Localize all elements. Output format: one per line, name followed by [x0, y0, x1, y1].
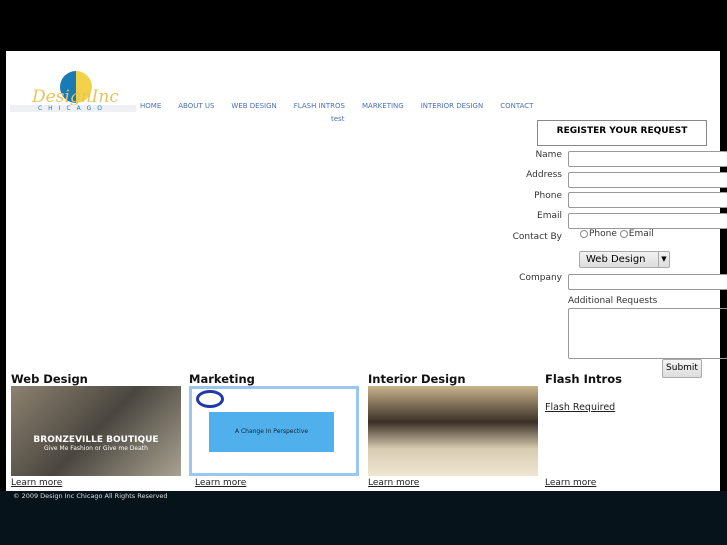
web-design-learn-more[interactable]: Learn more: [11, 478, 62, 488]
image-subcaption: Give Me Fashion or Give me Death: [44, 445, 148, 452]
phone-label: Phone: [534, 191, 562, 201]
contact-by-label: Contact By: [512, 232, 562, 242]
nav-about-us[interactable]: ABOUT US: [178, 102, 214, 110]
service-select[interactable]: Web Design ▼: [579, 251, 670, 268]
logo[interactable]: DesignInc CHICAGO: [10, 69, 136, 115]
section-title-flash-intros: Flash Intros: [545, 372, 622, 386]
contact-by-options: Phone Email: [580, 229, 654, 239]
image-caption: A Change In Perspective: [209, 412, 334, 452]
marketing-image[interactable]: A Change In Perspective: [189, 386, 359, 476]
nav-contact[interactable]: CONTACT: [500, 102, 533, 110]
additional-requests-label: Additional Requests: [568, 296, 658, 306]
interior-design-learn-more[interactable]: Learn more: [368, 478, 419, 488]
radio-phone[interactable]: [580, 229, 588, 238]
email-label: Email: [537, 211, 562, 221]
address-input[interactable]: [568, 172, 727, 188]
image-caption: BRONZEVILLE BOUTIQUE: [33, 435, 159, 445]
name-label: Name: [535, 150, 562, 160]
flash-intros-learn-more[interactable]: Learn more: [545, 478, 596, 488]
nav-interior-design[interactable]: INTERIOR DESIGN: [421, 102, 484, 110]
nav-flash-intros[interactable]: FLASH INTROS: [294, 102, 345, 110]
main-nav: HOME ABOUT US WEB DESIGN FLASH INTROS MA…: [140, 102, 533, 110]
flash-required-link[interactable]: Flash Required: [545, 402, 615, 413]
nav-home[interactable]: HOME: [140, 102, 161, 110]
radio-phone-label: Phone: [589, 229, 617, 239]
radio-email-label: Email: [628, 229, 654, 239]
section-title-marketing: Marketing: [189, 372, 255, 386]
radio-email[interactable]: [619, 229, 628, 238]
logo-text: DesignInc: [32, 87, 119, 107]
nav-web-design[interactable]: WEB DESIGN: [231, 102, 276, 110]
section-title-interior-design: Interior Design: [368, 372, 466, 386]
chevron-down-icon: ▼: [658, 252, 669, 267]
address-label: Address: [526, 170, 562, 180]
submit-button[interactable]: Submit: [662, 359, 702, 378]
additional-requests-textarea[interactable]: [568, 308, 727, 359]
logo-subtext: CHICAGO: [10, 105, 136, 112]
name-input[interactable]: [568, 151, 727, 167]
page-container: DesignInc CHICAGO HOME ABOUT US WEB DESI…: [6, 51, 727, 491]
section-title-web-design: Web Design: [11, 372, 88, 386]
email-input[interactable]: [568, 213, 727, 229]
marketing-logo-icon: [196, 390, 224, 408]
form-title: REGISTER YOUR REQUEST: [537, 120, 707, 146]
interior-design-image[interactable]: [368, 386, 538, 476]
nav-sub-test[interactable]: test: [331, 115, 344, 123]
nav-marketing[interactable]: MARKETING: [362, 102, 404, 110]
marketing-learn-more[interactable]: Learn more: [195, 478, 246, 488]
company-input[interactable]: [568, 274, 727, 290]
web-design-image[interactable]: BRONZEVILLE BOUTIQUE Give Me Fashion or …: [11, 386, 181, 476]
company-label: Company: [519, 273, 562, 283]
footer-copyright: © 2009 Design Inc Chicago All Rights Res…: [13, 492, 168, 500]
service-select-value: Web Design: [586, 254, 646, 265]
phone-input[interactable]: [568, 192, 727, 208]
